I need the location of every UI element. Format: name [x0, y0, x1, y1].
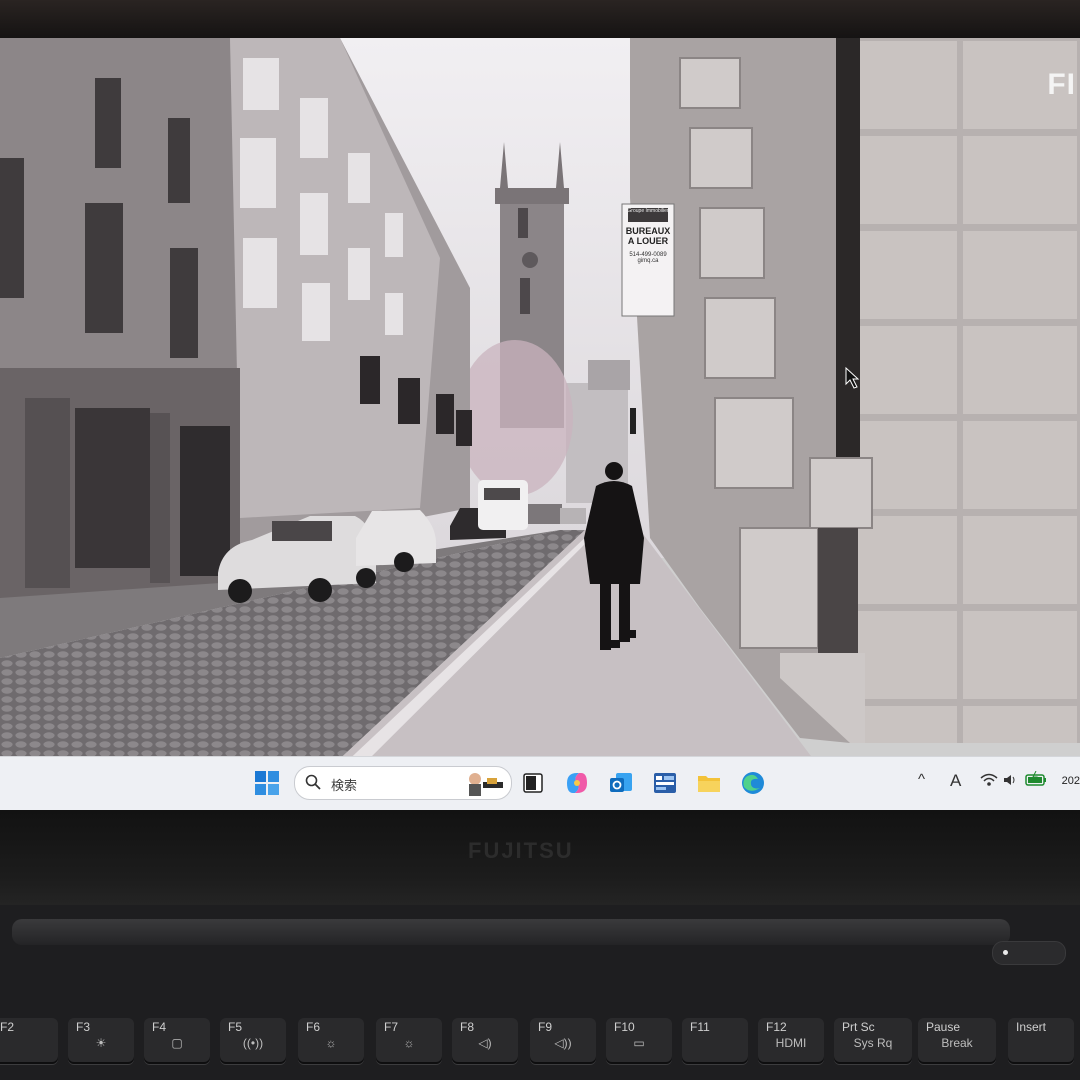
key-sublabel: ▢ [171, 1036, 183, 1050]
start-icon[interactable] [254, 770, 280, 796]
key-label: Prt Sc [842, 1020, 875, 1034]
key-f5[interactable]: F5 ((•)) [220, 1018, 286, 1064]
for-rent-sign: Groupe Immobilier BUREAUX A LOUER 514-49… [622, 204, 674, 316]
key-sublabel: Sys Rq [853, 1036, 893, 1050]
sign-line-1: BUREAUX [625, 226, 671, 236]
key-sublabel: ◁) [478, 1036, 492, 1050]
keyboard-function-row: F2 F3 ☀ F4 ▢ F5 ((•)) F6 ☼ F7 ☼ F8 ◁) F9 ◁)) F10 ▭ F11 F12… [0, 990, 1080, 1080]
key-f12[interactable]: F12 HDMI [758, 1018, 824, 1064]
sign-small-text: Groupe Immobilier [627, 208, 669, 214]
laptop-bottom-bezel: FUJITSU [0, 810, 1080, 905]
wifi-icon[interactable] [980, 773, 998, 787]
key-f8[interactable]: F8 ◁) [452, 1018, 518, 1064]
copilot-icon[interactable] [564, 770, 590, 796]
brand-logo-text: FUJITSU [468, 838, 574, 863]
key-f10[interactable]: F10 ▭ [606, 1018, 672, 1064]
key-label: Insert [1016, 1020, 1047, 1034]
key-pause[interactable]: Pause Break [918, 1018, 996, 1064]
key-sublabel: ◁)) [554, 1036, 572, 1050]
laptop-screen: Groupe Immobilier BUREAUX A LOUER 514-49… [0, 38, 1080, 810]
key-label: F9 [538, 1020, 553, 1034]
key-sublabel: ☀ [95, 1036, 107, 1050]
key-label: F8 [460, 1020, 475, 1034]
tray-chevron-icon[interactable]: ^ [918, 771, 925, 788]
key-sublabel: ☼ [403, 1036, 415, 1050]
key-sublabel: ▭ [633, 1036, 645, 1050]
key-f2[interactable]: F2 [0, 1018, 58, 1064]
key-label: F4 [152, 1020, 167, 1034]
edge-icon[interactable] [740, 770, 766, 796]
key-f3[interactable]: F3 ☀ [68, 1018, 134, 1064]
key-insert[interactable]: Insert [1008, 1018, 1074, 1064]
file-explorer-icon[interactable] [696, 770, 722, 796]
key-sublabel: ☼ [325, 1036, 337, 1050]
key-label: F3 [76, 1020, 91, 1034]
key-f4[interactable]: F4 ▢ [144, 1018, 210, 1064]
key-label: F11 [690, 1020, 710, 1034]
sign-line-2: A LOUER [627, 236, 669, 246]
key-sublabel: HDMI [775, 1036, 807, 1050]
task-view-icon[interactable] [520, 770, 546, 796]
key-label: F5 [228, 1020, 243, 1034]
key-f7[interactable]: F7 ☼ [376, 1018, 442, 1064]
key-label: F7 [384, 1020, 399, 1034]
key-label: F10 [614, 1020, 635, 1034]
key-f6[interactable]: F6 ☼ [298, 1018, 364, 1064]
desktop-wallpaper [0, 38, 1080, 768]
search-placeholder: 検索 [331, 778, 358, 793]
key-label: Pause [926, 1020, 961, 1034]
hinge-bar [12, 919, 1010, 945]
key-label: F12 [766, 1020, 787, 1034]
power-button[interactable] [992, 941, 1066, 965]
battery-icon[interactable] [1024, 771, 1048, 787]
laptop-top-bezel [0, 0, 1080, 40]
key-sublabel: ((•)) [242, 1036, 264, 1050]
sign-site: gimq.ca [637, 258, 659, 264]
key-f9[interactable]: F9 ◁)) [530, 1018, 596, 1064]
volume-icon[interactable] [1003, 773, 1017, 787]
taskbar-search-box[interactable]: 検索 [294, 766, 512, 800]
wallpaper-watermark: FI [1047, 68, 1076, 101]
power-led [1003, 950, 1008, 955]
control-panel-icon[interactable] [652, 770, 678, 796]
outlook-icon[interactable] [608, 770, 634, 796]
search-highlight-image[interactable] [463, 770, 507, 796]
key-prt-sc[interactable]: Prt Sc Sys Rq [834, 1018, 912, 1064]
key-sublabel: Break [941, 1036, 973, 1050]
key-f11[interactable]: F11 [682, 1018, 748, 1064]
ime-indicator[interactable]: A [950, 771, 961, 791]
key-label: F6 [306, 1020, 321, 1034]
taskbar-clock[interactable]: 202 [1062, 775, 1080, 787]
taskbar: 検索 ^ A 202 [0, 756, 1080, 810]
key-label: F2 [0, 1020, 15, 1034]
search-icon [305, 774, 321, 790]
